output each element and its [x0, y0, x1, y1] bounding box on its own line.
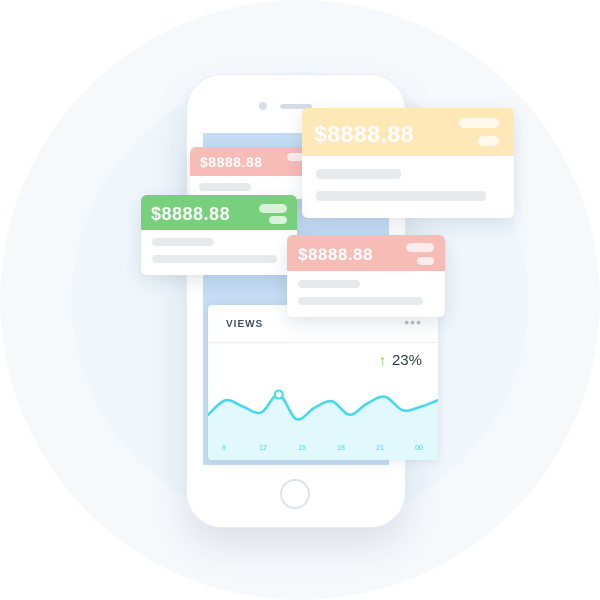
amount-label: $8888.88 — [298, 245, 373, 264]
amount-card-back-red[interactable]: $8888.88 — [190, 147, 312, 199]
text-placeholder — [298, 280, 360, 288]
text-placeholder — [316, 169, 401, 179]
amount-card-yellow[interactable]: $8888.88 — [302, 108, 514, 218]
views-divider — [208, 342, 438, 343]
amount-card-green[interactable]: $8888.88 — [141, 195, 297, 275]
header-pill — [417, 257, 434, 265]
x-axis-tick-label: 12 — [259, 445, 267, 452]
amount-card-header: $8888.88 — [287, 235, 445, 271]
text-placeholder — [152, 255, 277, 263]
x-axis-tick-label: 15 — [298, 445, 306, 452]
views-growth-value: 23% — [391, 352, 422, 369]
highlighted-data-point[interactable] — [273, 389, 284, 400]
camera-icon — [259, 102, 267, 110]
views-line-chart: 9 12 15 18 21 00 — [208, 389, 438, 460]
amount-label: $8888.88 — [151, 204, 231, 224]
up-arrow-icon: ↑ — [379, 352, 386, 368]
text-placeholder — [199, 183, 251, 191]
home-button-icon[interactable] — [280, 479, 310, 509]
amount-label: $8888.88 — [200, 154, 263, 170]
amount-card-header: $8888.88 — [302, 108, 514, 156]
text-placeholder — [298, 297, 423, 305]
x-axis-tick-label: 9 — [222, 445, 226, 452]
header-pill — [259, 204, 287, 213]
x-axis-tick-label: 00 — [415, 445, 423, 452]
views-widget: VIEWS ••• ↑ 23% 9 12 15 18 21 00 — [208, 305, 438, 460]
text-placeholder — [316, 191, 486, 201]
text-placeholder — [152, 238, 214, 246]
amount-card-header: $8888.88 — [141, 195, 297, 230]
amount-card-red[interactable]: $8888.88 — [287, 235, 445, 317]
amount-label: $8888.88 — [314, 121, 414, 147]
header-pill — [406, 243, 434, 252]
x-axis-tick-label: 21 — [376, 445, 384, 452]
header-pill — [478, 136, 499, 146]
amount-card-header: $8888.88 — [190, 147, 312, 176]
phone-dashboard-illustration: VIEWS ••• ↑ 23% 9 12 15 18 21 00 $8888.88 $88… — [0, 0, 600, 600]
x-axis-tick-label: 18 — [337, 445, 345, 452]
views-title: VIEWS — [226, 319, 264, 330]
header-pill — [459, 118, 499, 128]
header-pill — [269, 216, 287, 224]
